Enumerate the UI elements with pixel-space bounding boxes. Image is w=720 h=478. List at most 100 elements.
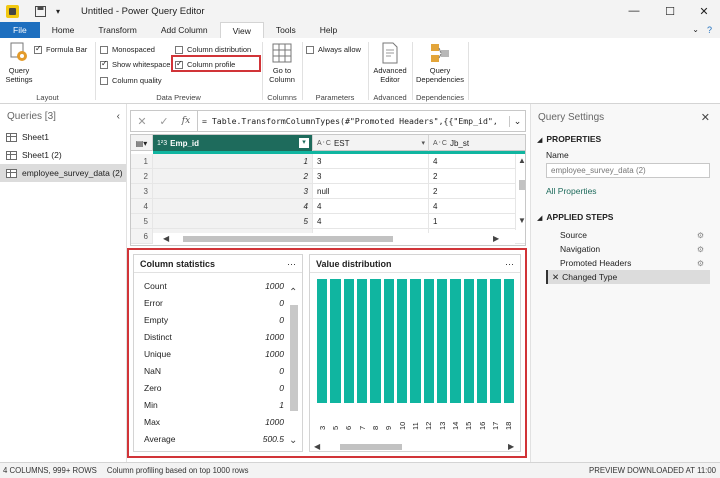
gear-icon[interactable]: ⚙ — [697, 259, 704, 268]
table-cell[interactable]: 4 — [313, 199, 429, 214]
column-filter-icon[interactable]: ▾ — [299, 138, 309, 148]
scroll-thumb[interactable] — [340, 444, 402, 450]
scroll-up-icon[interactable]: ⌃ — [289, 287, 297, 298]
maximize-button[interactable]: ☐ — [652, 0, 688, 22]
table-cell[interactable]: 3 — [313, 169, 429, 184]
monospaced-checkbox[interactable]: Monospaced — [100, 42, 155, 57]
confirm-icon[interactable]: ✓ — [153, 115, 175, 128]
gear-icon[interactable]: ⚙ — [697, 231, 704, 240]
table-cell[interactable]: 3 — [313, 154, 429, 169]
table-cell[interactable]: 5 — [153, 214, 313, 229]
query-item[interactable]: Sheet1 — [0, 128, 126, 146]
row-number[interactable]: 4 — [131, 199, 153, 214]
profiling-scope[interactable]: Column profiling based on top 1000 rows — [107, 466, 249, 475]
query-item-selected[interactable]: employee_survey_data (2) — [0, 164, 126, 182]
column-quality-checkbox[interactable]: Column quality — [100, 73, 162, 88]
show-whitespace-checkbox[interactable]: Show whitespace — [100, 57, 170, 72]
scroll-left-icon[interactable]: ◀ — [163, 234, 169, 243]
row-number[interactable]: 2 — [131, 169, 153, 184]
scroll-up-icon[interactable]: ▲ — [518, 156, 525, 165]
cancel-icon[interactable]: ✕ — [131, 115, 153, 128]
collapse-ribbon-icon[interactable]: ⌄ — [692, 22, 699, 38]
row-number[interactable]: 3 — [131, 184, 153, 199]
query-dependencies-button[interactable]: Query Dependencies — [415, 42, 465, 84]
help-icon[interactable]: ? — [707, 22, 712, 38]
query-name-input[interactable]: employee_survey_data (2) — [546, 163, 710, 178]
more-options-icon[interactable]: ··· — [287, 259, 296, 269]
column-header-emp-id[interactable]: 1²3 Emp_id ▾ — [153, 135, 313, 151]
table-cell[interactable]: 1 — [153, 154, 313, 169]
always-allow-checkbox[interactable]: Always allow — [306, 42, 361, 57]
statistics-scrollbar[interactable]: ⌃ ⌄ — [288, 279, 300, 449]
scroll-right-icon[interactable]: ▶ — [493, 234, 499, 243]
scroll-thumb[interactable] — [183, 236, 393, 242]
row-number[interactable]: 6 — [131, 229, 153, 244]
table-cell[interactable]: 1 — [429, 214, 525, 229]
scroll-left-icon[interactable]: ◀ — [314, 442, 320, 451]
chart-horizontal-scrollbar[interactable]: ◀ ▶ — [310, 441, 520, 451]
distribution-bar[interactable] — [477, 279, 488, 403]
formula-input[interactable]: = Table.TransformColumnTypes(#"Promoted … — [197, 111, 509, 131]
save-icon[interactable] — [33, 4, 47, 18]
step-item[interactable]: Navigation ⚙ — [546, 242, 710, 256]
tab-tools[interactable]: Tools — [264, 22, 308, 38]
column-filter-icon[interactable]: ▾ — [421, 139, 425, 147]
table-cell[interactable]: 2 — [429, 169, 525, 184]
distribution-bar[interactable] — [463, 279, 474, 403]
collapse-queries-icon[interactable]: ‹ — [117, 111, 120, 122]
close-button[interactable]: ✕ — [686, 0, 720, 22]
go-to-column-button[interactable]: Go to Column — [265, 42, 299, 84]
function-icon[interactable]: fx — [175, 116, 197, 126]
minimize-button[interactable]: — — [616, 0, 652, 22]
all-properties-link[interactable]: All Properties — [531, 186, 720, 196]
distribution-bar[interactable] — [330, 279, 341, 403]
distribution-bar[interactable] — [490, 279, 501, 403]
table-cell[interactable]: 2 — [429, 184, 525, 199]
column-header-est[interactable]: A᛫C EST ▾ — [313, 135, 429, 151]
scroll-thumb[interactable] — [290, 305, 298, 411]
table-cell[interactable]: 2 — [153, 169, 313, 184]
table-cell[interactable]: 4 — [429, 199, 525, 214]
collapse-icon[interactable]: ◢ — [537, 137, 542, 144]
horizontal-scrollbar[interactable]: ◀ ▶ — [153, 233, 515, 245]
close-panel-icon[interactable]: ✕ — [701, 111, 710, 124]
distribution-bar[interactable] — [357, 279, 368, 403]
query-settings-button[interactable]: Query Settings — [4, 42, 34, 84]
table-cell[interactable]: 3 — [153, 184, 313, 199]
tab-transform[interactable]: Transform — [86, 22, 148, 38]
table-cell[interactable]: null — [313, 184, 429, 199]
more-options-icon[interactable]: ··· — [505, 259, 514, 269]
table-cell[interactable]: 4 — [153, 199, 313, 214]
distribution-bar[interactable] — [503, 279, 514, 403]
distribution-bar[interactable] — [343, 279, 354, 403]
tab-add-column[interactable]: Add Column — [149, 22, 220, 38]
scroll-thumb[interactable] — [519, 180, 525, 190]
scroll-right-icon[interactable]: ▶ — [508, 442, 514, 451]
quick-access-dropdown-icon[interactable]: ▾ — [51, 4, 65, 18]
tab-view[interactable]: View — [219, 22, 264, 38]
row-number[interactable]: 5 — [131, 214, 153, 229]
scroll-down-icon[interactable]: ▼ — [518, 216, 525, 225]
table-menu-icon[interactable]: ▤▾ — [131, 135, 153, 151]
distribution-bar[interactable] — [437, 279, 448, 403]
distribution-bar[interactable] — [397, 279, 408, 403]
delete-step-icon[interactable]: ✕ — [552, 272, 559, 282]
advanced-editor-button[interactable]: Advanced Editor — [371, 42, 409, 84]
query-item[interactable]: Sheet1 (2) — [0, 146, 126, 164]
tab-file[interactable]: File — [0, 22, 40, 38]
distribution-bar[interactable] — [370, 279, 381, 403]
distribution-bar[interactable] — [423, 279, 434, 403]
vertical-scrollbar[interactable]: ▲ ▼ — [515, 154, 525, 230]
tab-help[interactable]: Help — [308, 22, 349, 38]
distribution-bar[interactable] — [317, 279, 328, 403]
distribution-bar[interactable] — [450, 279, 461, 403]
column-header-jb-st[interactable]: A᛫C Jb_st — [429, 135, 525, 151]
step-item-selected[interactable]: ✕ Changed Type — [546, 270, 710, 284]
distribution-bar[interactable] — [383, 279, 394, 403]
gear-icon[interactable]: ⚙ — [697, 245, 704, 254]
collapse-icon[interactable]: ◢ — [537, 215, 542, 222]
table-cell[interactable]: 4 — [429, 154, 525, 169]
formula-bar-checkbox[interactable]: Formula Bar — [34, 42, 87, 57]
scroll-down-icon[interactable]: ⌄ — [289, 435, 297, 446]
step-item[interactable]: Promoted Headers ⚙ — [546, 256, 710, 270]
